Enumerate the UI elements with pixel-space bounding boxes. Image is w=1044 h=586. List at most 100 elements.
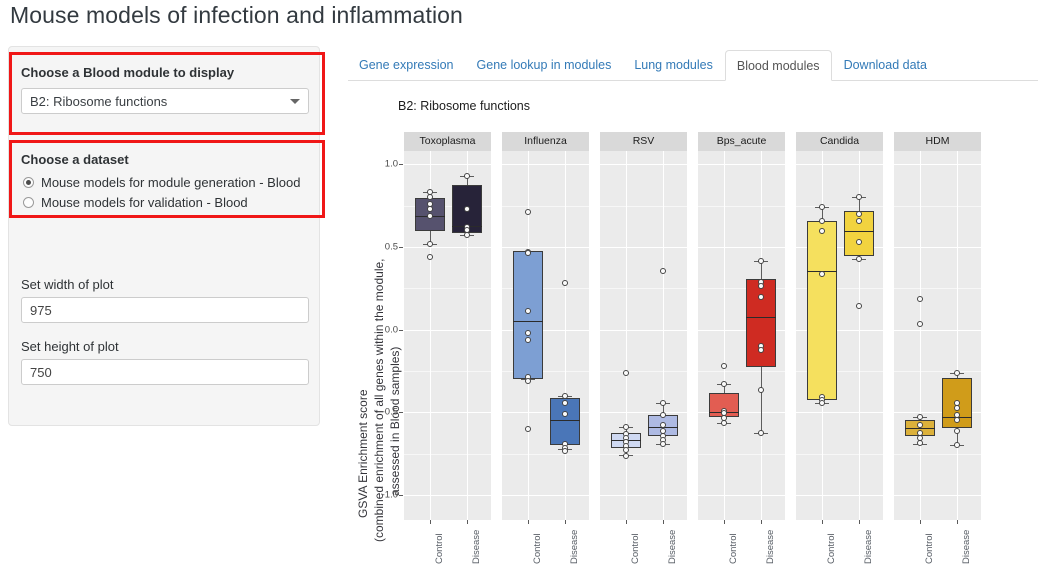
data-point	[757, 282, 764, 289]
data-point	[623, 424, 630, 431]
y-axis-title-line3: assessed in Blood samples)	[388, 346, 402, 496]
data-point	[953, 369, 960, 376]
facet-panel-hdm	[894, 151, 981, 520]
radio-dataset-module-generation[interactable]: Mouse models for module generation - Blo…	[23, 175, 300, 190]
data-point	[525, 425, 532, 432]
gridline	[796, 164, 883, 166]
height-input[interactable]: 750	[21, 359, 309, 385]
gridline-minor	[894, 453, 981, 455]
gridline	[404, 329, 491, 331]
x-axis-tick-label: Control	[826, 533, 838, 564]
data-point	[721, 363, 728, 370]
x-axis-tick-mark	[760, 520, 762, 524]
data-point	[855, 239, 862, 245]
gridline	[600, 246, 687, 248]
gridline	[502, 495, 589, 497]
x-axis-tick-label: Disease	[764, 529, 776, 564]
data-point	[659, 400, 666, 407]
data-point	[525, 249, 532, 256]
data-point	[953, 405, 960, 412]
data-point	[623, 369, 630, 376]
y-axis-tick-mark	[399, 164, 403, 166]
height-input-label: Set height of plot	[21, 339, 119, 354]
tab-label: Gene lookup in modules	[476, 58, 612, 72]
data-point	[917, 440, 924, 447]
x-axis-tick-mark	[662, 520, 664, 524]
data-point	[525, 307, 532, 314]
boxplot-median-line	[745, 317, 776, 319]
data-point	[561, 392, 568, 399]
data-point	[525, 209, 532, 216]
facet-strip-label: RSV	[632, 135, 655, 147]
boxplot-box-disease	[745, 279, 776, 367]
radio-dataset-validation[interactable]: Mouse models for validation - Blood	[23, 195, 248, 210]
gridline-minor	[404, 371, 491, 373]
module-select[interactable]: B2: Ribosome functions	[21, 88, 309, 114]
data-point	[427, 253, 434, 260]
facet-panel-candida	[796, 151, 883, 520]
tab-blood-modules[interactable]: Blood modules	[724, 50, 832, 81]
tab-gene-expression[interactable]: Gene expression	[348, 50, 465, 81]
x-axis-tick-mark	[564, 520, 566, 524]
gridline	[404, 495, 491, 497]
x-axis-tick-mark	[858, 520, 860, 524]
data-point	[917, 421, 924, 428]
boxplot-box-control	[513, 251, 544, 379]
gridline-minor	[796, 453, 883, 455]
data-point	[463, 232, 470, 239]
x-axis-tick-mark	[528, 520, 530, 524]
x-axis-tick-label: Disease	[568, 529, 580, 564]
gridline-minor	[894, 205, 981, 207]
tab-bar: Gene expression Gene lookup in modules Lun…	[348, 50, 1038, 81]
data-point	[463, 205, 470, 212]
x-axis-tick-label: Disease	[960, 529, 972, 564]
x-axis-tick-mark	[956, 520, 958, 524]
data-point	[427, 194, 434, 201]
gridline-minor	[698, 205, 785, 207]
radio-icon	[23, 197, 34, 208]
x-axis-tick-mark	[466, 520, 468, 524]
gridline	[404, 246, 491, 248]
y-axis-tick-mark	[399, 329, 403, 331]
width-input[interactable]: 975	[21, 297, 309, 323]
x-axis-tick-label: Disease	[862, 529, 874, 564]
boxplot-box-control	[807, 221, 838, 401]
data-point	[855, 302, 862, 309]
tab-label: Download data	[843, 58, 927, 72]
boxplot-median-line	[513, 320, 544, 322]
facet-strip-toxoplasma: Toxoplasma	[404, 132, 491, 151]
tab-gene-lookup-in-modules[interactable]: Gene lookup in modules	[466, 50, 623, 81]
gridline-minor	[600, 453, 687, 455]
data-point	[427, 240, 434, 247]
data-point	[757, 430, 764, 437]
data-point	[561, 279, 568, 286]
y-axis-tick-label: 0.5	[384, 241, 398, 253]
facet-panel-rsv	[600, 151, 687, 520]
y-axis-tick-mark	[399, 495, 403, 497]
gridline	[796, 412, 883, 414]
data-point	[427, 213, 434, 220]
data-point	[855, 194, 862, 201]
tab-lung-modules[interactable]: Lung modules	[623, 50, 724, 81]
gridline-vertical	[626, 151, 628, 520]
data-point	[623, 453, 630, 460]
gridline-minor	[894, 371, 981, 373]
gridline-minor	[698, 453, 785, 455]
y-axis-tick-label: -1.0	[381, 489, 398, 501]
x-axis-tick-label: Disease	[666, 529, 678, 564]
data-point	[623, 446, 630, 453]
x-axis-tick-mark	[724, 520, 726, 524]
gridline	[404, 164, 491, 166]
data-point	[917, 320, 924, 327]
gridline	[502, 164, 589, 166]
gridline-minor	[600, 371, 687, 373]
width-input-label: Set width of plot	[21, 277, 114, 292]
data-point	[427, 205, 434, 212]
gridline	[600, 495, 687, 497]
tab-download-data[interactable]: Download data	[833, 50, 938, 81]
dataset-group-label: Choose a dataset	[21, 152, 129, 167]
x-axis-tick-mark	[430, 520, 432, 524]
gridline-minor	[404, 453, 491, 455]
data-point	[561, 447, 568, 454]
data-point	[819, 218, 826, 225]
